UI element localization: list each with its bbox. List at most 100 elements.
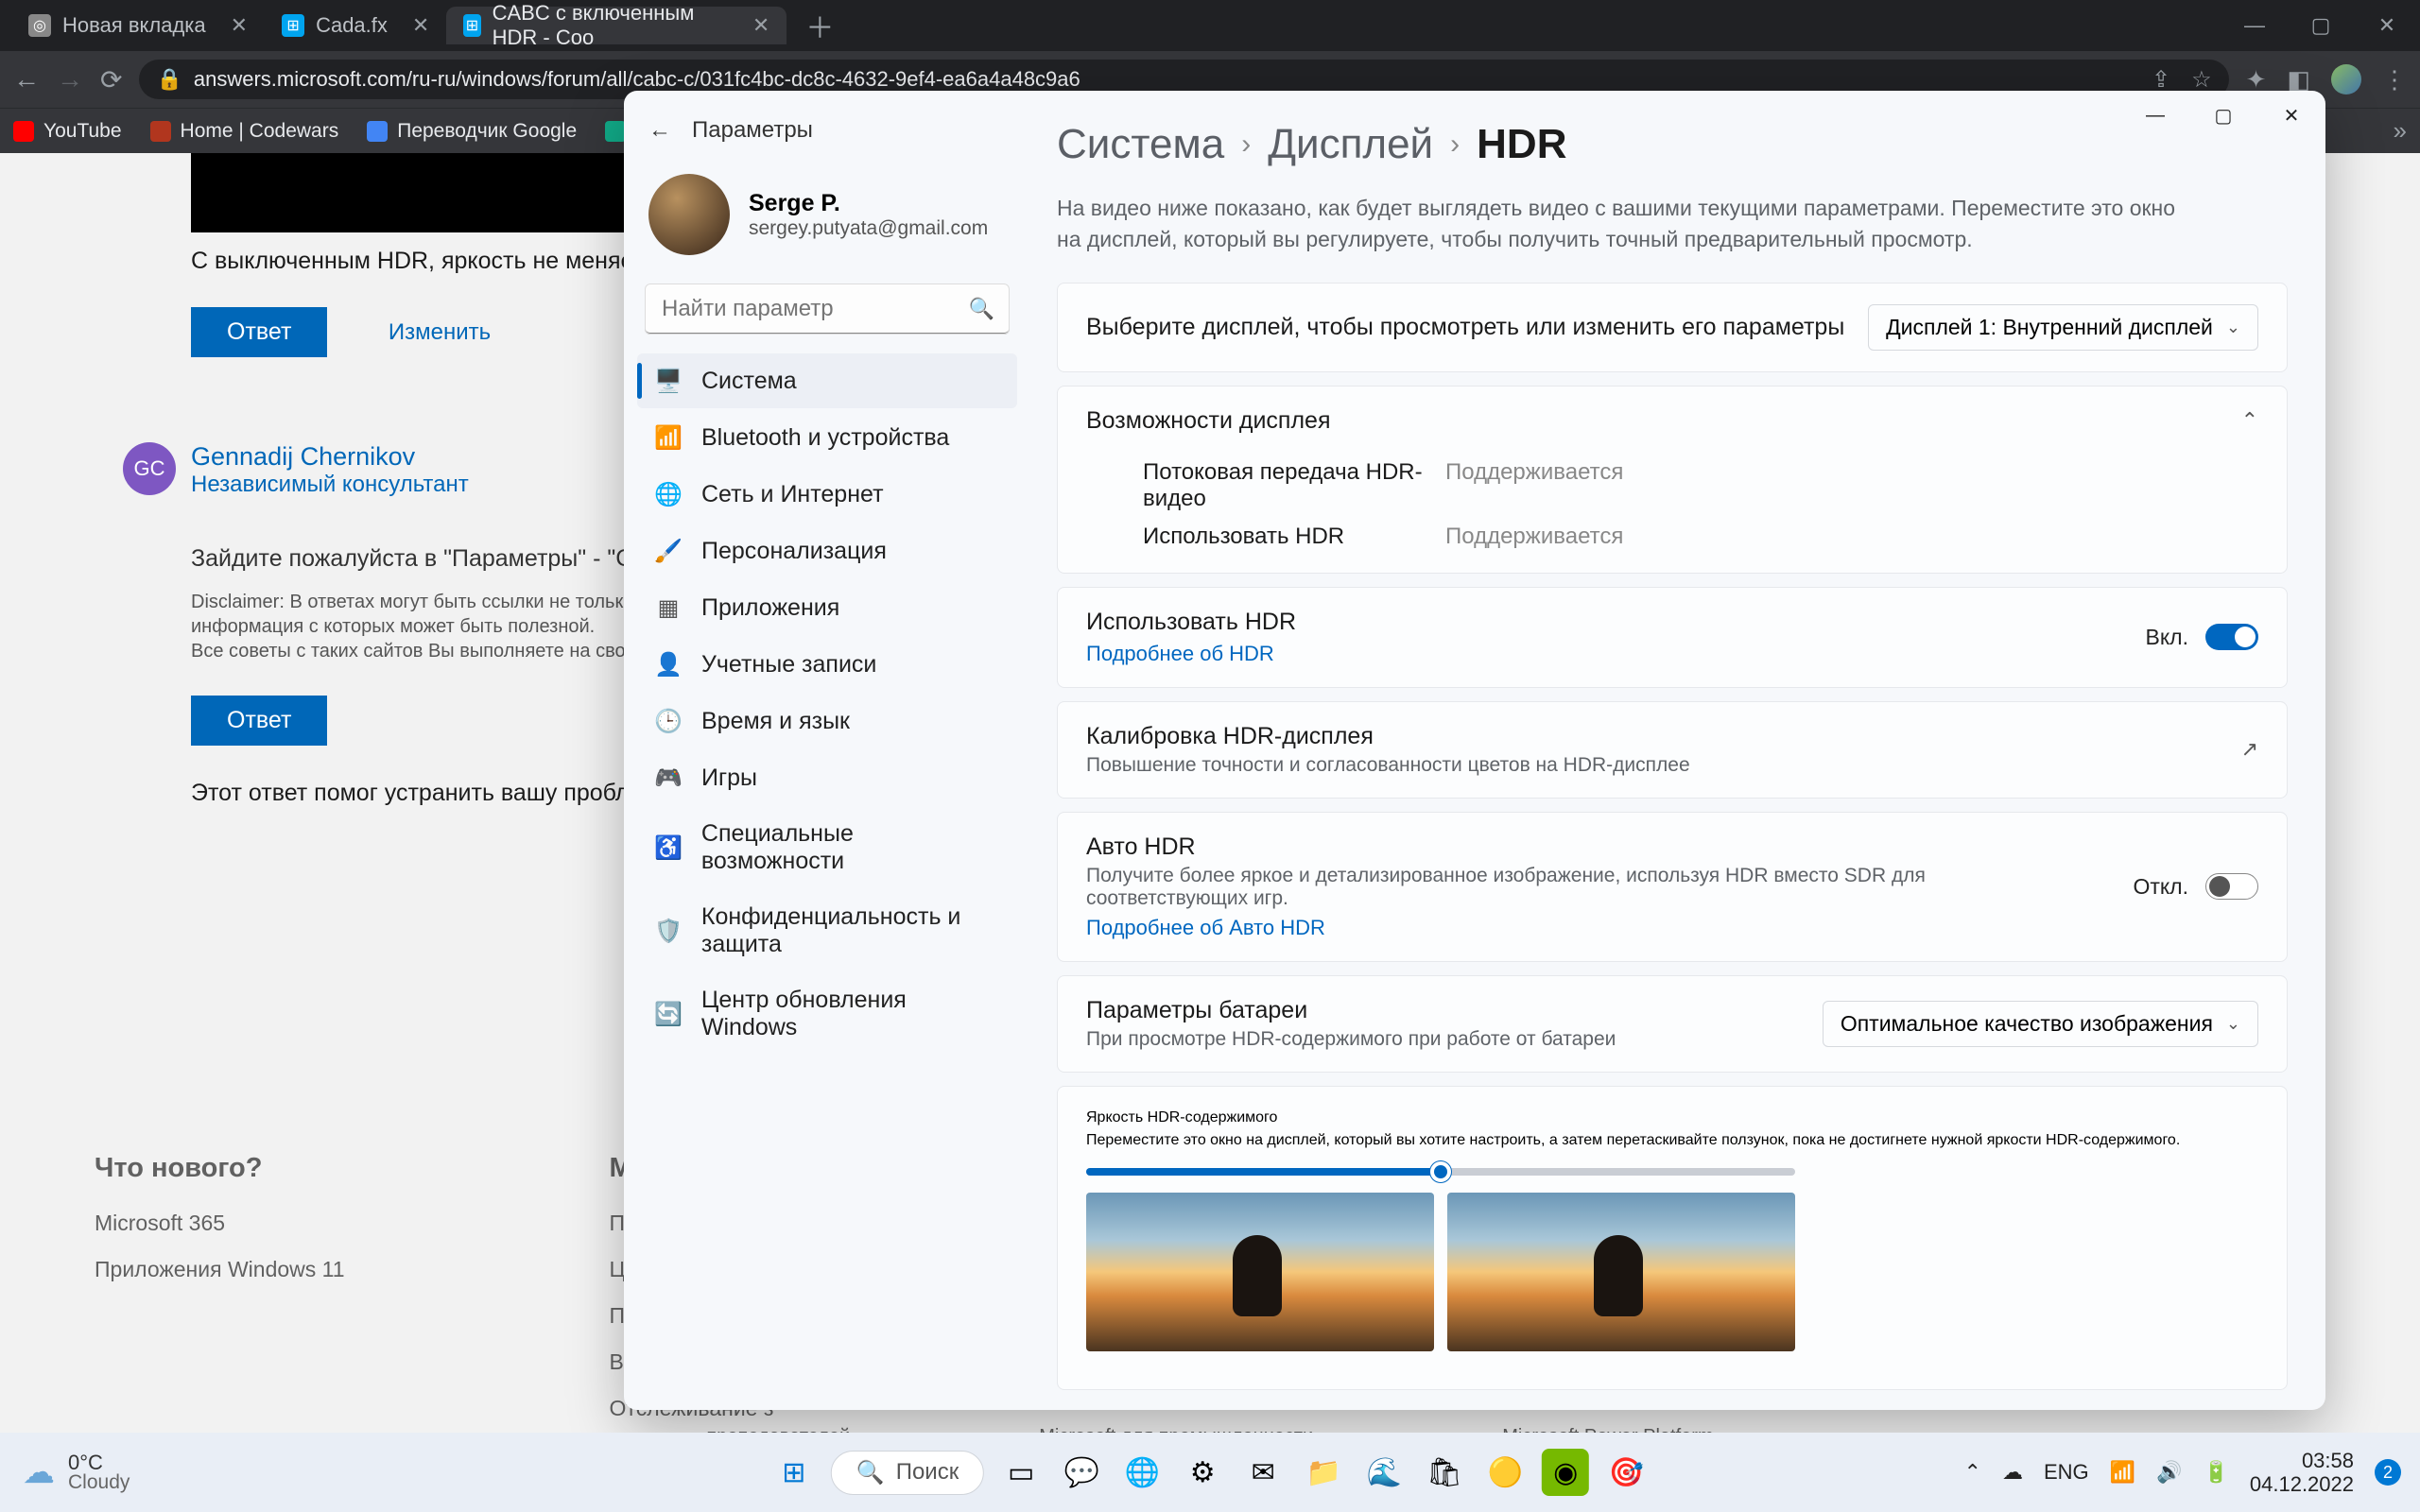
brightness-slider[interactable] [1086,1168,1795,1176]
battery-select[interactable]: Оптимальное качество изображения ⌄ [1823,1001,2258,1047]
menu-icon[interactable]: ⋮ [2382,65,2407,94]
edge-icon[interactable]: 🌊 [1360,1449,1408,1496]
use-hdr-toggle[interactable] [2205,624,2258,650]
external-link-icon: ↗ [2241,737,2258,762]
back-label: Параметры [692,117,813,144]
sidebar-item-7[interactable]: 🎮Игры [637,750,1017,805]
back-button[interactable]: ← Параметры [637,117,1017,164]
avatar [648,174,730,255]
back-icon[interactable]: ← [13,64,40,94]
sidebar-item-3[interactable]: 🖌️Персонализация [637,524,1017,578]
bookmark-translate[interactable]: Переводчик Google [367,120,577,143]
settings-sidebar: ← Параметры Serge P. sergey.putyata@gmai… [624,91,1030,1410]
sidebar-item-2[interactable]: 🌐Сеть и Интернет [637,467,1017,522]
breadcrumb-display[interactable]: Дисплей [1268,121,1433,168]
nvidia-icon[interactable]: ◉ [1542,1449,1589,1496]
app-icon[interactable]: 🎯 [1602,1449,1650,1496]
sidebar-item-10[interactable]: 🔄Центр обновления Windows [637,973,1017,1055]
weather-widget[interactable]: ☁ 0°C Cloudy [0,1451,130,1494]
sidepanel-icon[interactable]: ◧ [2287,65,2310,94]
taskbar-search[interactable]: 🔍Поиск [831,1451,984,1495]
sidebar-item-6[interactable]: 🕒Время и язык [637,694,1017,748]
reply-button[interactable]: Ответ [191,696,327,746]
wifi-icon[interactable]: 📶 [2110,1460,2135,1485]
hdr-calibration-row[interactable]: Калибровка HDR-дисплея Повышение точност… [1058,702,2287,798]
share-icon[interactable]: ⇪ [2152,66,2170,94]
sidebar-item-label: Персонализация [701,538,887,565]
maximize-icon[interactable]: ▢ [2189,91,2257,140]
bookmarks-overflow-icon[interactable]: » [2394,116,2407,146]
display-capabilities-header[interactable]: Возможности дисплея ⌃ [1058,387,2287,455]
start-button[interactable]: ⊞ [770,1449,818,1496]
search-field[interactable] [645,284,1010,335]
store-icon[interactable]: 🛍 [1421,1449,1468,1496]
language-indicator[interactable]: ENG [2044,1460,2089,1485]
chevron-up-icon: ⌃ [2241,408,2258,433]
auto-hdr-link[interactable]: Подробнее об Авто HDR [1086,916,2031,940]
video-thumbnail[interactable] [191,153,664,232]
sidebar-item-label: Bluetooth и устройства [701,424,949,452]
toggle-state: Откл. [2133,874,2188,900]
tab-cada[interactable]: ⊞Cada.fx✕ [265,7,446,44]
onedrive-icon[interactable]: ☁ [2002,1460,2023,1485]
mail-icon[interactable]: ✉ [1239,1449,1287,1496]
sidebar-item-0[interactable]: 🖥️Система [637,353,1017,408]
search-input[interactable]: 🔍 [645,284,1010,335]
star-icon[interactable]: ☆ [2191,66,2212,94]
sidebar-item-4[interactable]: ▦Приложения [637,580,1017,635]
extensions-icon[interactable]: ✦ [2246,65,2267,94]
footer-link[interactable]: Microsoft 365 [95,1211,345,1236]
chrome-icon[interactable]: 🌐 [1118,1449,1166,1496]
clock[interactable]: 03:58 04.12.2022 [2250,1449,2354,1497]
close-icon[interactable]: ✕ [752,13,769,38]
minimize-icon[interactable]: — [2121,91,2189,140]
nav-icon: 🛡️ [654,917,683,945]
sidebar-item-1[interactable]: 📶Bluetooth и устройства [637,410,1017,465]
explorer-icon[interactable]: 📁 [1300,1449,1347,1496]
tray-chevron-icon[interactable]: ⌃ [1964,1460,1981,1485]
volume-icon[interactable]: 🔊 [2156,1460,2182,1485]
profile-avatar[interactable] [2331,64,2361,94]
notification-badge[interactable]: 2 [2375,1459,2401,1486]
footer-link[interactable]: Приложения Windows 11 [95,1257,345,1282]
sidebar-item-8[interactable]: ♿Специальные возможности [637,807,1017,888]
new-tab-button[interactable]: ＋ [786,5,853,46]
close-icon[interactable]: ✕ [2354,0,2420,51]
weather-cond: Cloudy [68,1471,130,1494]
chat-icon[interactable]: 💬 [1058,1449,1105,1496]
slider-knob[interactable] [1430,1161,1451,1182]
tab-label: CABC с включенным HDR - Соо [493,1,728,50]
nav-icon: 🌐 [654,480,683,508]
select-display-label: Выберите дисплей, чтобы просмотреть или … [1086,314,1844,341]
calib-title: Калибровка HDR-дисплея [1086,723,1690,750]
use-hdr-link[interactable]: Подробнее об HDR [1086,642,1296,666]
battery-icon[interactable]: 🔋 [2203,1460,2228,1485]
chevron-right-icon: › [1450,129,1460,161]
settings-icon[interactable]: ⚙ [1179,1449,1226,1496]
sidebar-item-9[interactable]: 🛡️Конфиденциальность и защита [637,890,1017,971]
display-select[interactable]: Дисплей 1: Внутренний дисплей ⌄ [1868,304,2258,351]
bookmark-codewars[interactable]: Home | Codewars [150,120,339,143]
reply-button[interactable]: Ответ [191,307,327,357]
reload-icon[interactable]: ⟳ [100,64,122,95]
tab-new[interactable]: ◎Новая вкладка✕ [11,7,265,44]
close-icon[interactable]: ✕ [231,13,248,38]
description: На видео ниже показано, как будет выгляд… [1057,193,2201,256]
ms-icon: ⊞ [282,14,304,37]
user-card[interactable]: Serge P. sergey.putyata@gmail.com [637,164,1017,284]
sidebar-item-5[interactable]: 👤Учетные записи [637,637,1017,692]
edit-link[interactable]: Изменить [389,319,491,345]
task-view-icon[interactable]: ▭ [997,1449,1045,1496]
auto-hdr-toggle[interactable] [2205,873,2258,900]
tab-cabc[interactable]: ⊞CABC с включенным HDR - Соо✕ [446,7,786,44]
bookmark-youtube[interactable]: YouTube [13,120,122,143]
close-icon[interactable]: ✕ [2257,91,2325,140]
sidebar-item-label: Система [701,368,797,395]
canary-icon[interactable]: 🟡 [1481,1449,1529,1496]
maximize-icon[interactable]: ▢ [2288,0,2354,51]
avatar: GC [123,442,176,495]
breadcrumb-system[interactable]: Система [1057,121,1224,168]
minimize-icon[interactable]: — [2221,0,2288,51]
footer-heading: Что нового? [95,1153,345,1184]
close-icon[interactable]: ✕ [412,13,429,38]
